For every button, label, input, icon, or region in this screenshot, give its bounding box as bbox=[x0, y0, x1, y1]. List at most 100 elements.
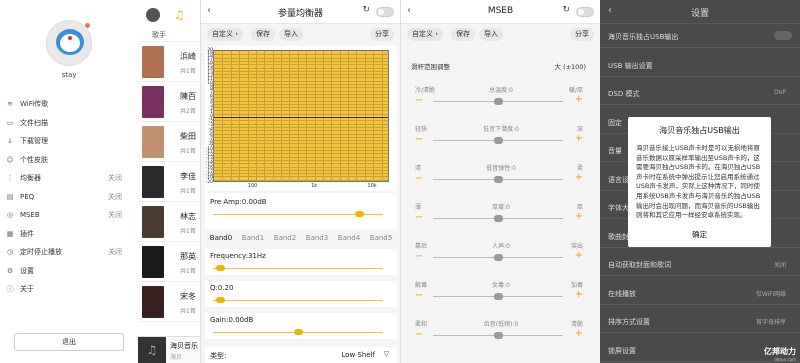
gain-slider-thumb[interactable] bbox=[294, 329, 303, 335]
mseb-toggle[interactable] bbox=[576, 7, 594, 17]
plus-icon[interactable]: + bbox=[575, 133, 583, 144]
eq-toggle[interactable] bbox=[376, 7, 394, 17]
minus-icon[interactable]: − bbox=[415, 329, 423, 340]
sidebar-item[interactable]: ▭ 文件扫描 bbox=[0, 114, 138, 133]
list-item[interactable]: 柴田 共1首 bbox=[138, 122, 200, 162]
range-label: 滑杆范围调整 bbox=[411, 63, 450, 71]
mini-player[interactable]: ♫ 海贝音乐 海贝 bbox=[138, 336, 200, 363]
settings-row[interactable]: 海贝音乐独占USB输出 bbox=[600, 24, 800, 48]
list-item[interactable]: 宋冬 共1首 bbox=[138, 282, 200, 322]
grid-line bbox=[214, 74, 388, 76]
settings-row[interactable]: 排序方式设置 首字母排序 bbox=[600, 309, 800, 333]
sidebar-item[interactable]: ≋ WiFi传歌 bbox=[0, 95, 138, 114]
minus-icon[interactable]: − bbox=[415, 251, 423, 262]
settings-header: ‹ 设置 bbox=[600, 0, 800, 24]
tab-artist[interactable]: 歌手 bbox=[138, 30, 200, 42]
dialog-title: 海贝音乐独占USB输出 bbox=[659, 126, 740, 135]
tab-band[interactable]: Band0 bbox=[205, 231, 237, 245]
slider-thumb[interactable] bbox=[494, 176, 503, 183]
sidebar-item[interactable]: ◎ MSEB 关闭 bbox=[0, 206, 138, 225]
grid-line bbox=[214, 159, 388, 161]
user-avatar-icon[interactable] bbox=[146, 8, 160, 22]
share-button[interactable]: 分享 bbox=[370, 28, 394, 41]
list-item[interactable]: 林志 共1首 bbox=[138, 202, 200, 242]
minus-icon[interactable]: − bbox=[415, 95, 423, 106]
slider-thumb[interactable] bbox=[494, 254, 503, 261]
settings-row-label: 自动获取封面和歌词 bbox=[608, 261, 671, 269]
reset-icon[interactable]: ↻ bbox=[562, 5, 570, 15]
sidebar-item[interactable]: ⓘ 关于 bbox=[0, 280, 138, 299]
list-item[interactable]: 那英 共1首 bbox=[138, 242, 200, 282]
mseb-slider-row: 薄厚度:0 厚 − + bbox=[401, 202, 600, 232]
tab-band[interactable]: Band3 bbox=[301, 231, 333, 245]
minus-icon[interactable]: − bbox=[415, 173, 423, 184]
list-item[interactable]: 李佳 共1首 bbox=[138, 162, 200, 202]
settings-row[interactable]: 在线播放 仅WiFi网络 bbox=[600, 281, 800, 305]
type-card[interactable]: 类型: Low Shelf ▽ bbox=[205, 347, 397, 363]
list-item[interactable]: 陳百 共2首 bbox=[138, 82, 200, 122]
page-title: 设置 bbox=[690, 9, 709, 19]
tab-band[interactable]: Band2 bbox=[269, 231, 301, 245]
share-button[interactable]: 分享 bbox=[570, 28, 594, 41]
grid-line bbox=[214, 136, 388, 138]
sidebar-item[interactable]: ⚙ 设置 bbox=[0, 262, 138, 281]
plus-icon[interactable]: + bbox=[575, 250, 583, 261]
minus-icon[interactable]: − bbox=[415, 134, 423, 145]
q-slider-thumb[interactable] bbox=[215, 297, 225, 303]
import-button[interactable]: 导入 bbox=[479, 28, 503, 41]
mseb-icon: ◎ bbox=[6, 211, 14, 220]
save-button[interactable]: 保存 bbox=[251, 28, 275, 41]
eq-plot-area[interactable] bbox=[213, 50, 389, 182]
plus-icon[interactable]: + bbox=[575, 289, 583, 300]
q-track[interactable] bbox=[213, 300, 383, 301]
list-item[interactable]: 浜崎 共1首 bbox=[138, 42, 200, 82]
dropdown-arrow-icon[interactable]: ▽ bbox=[384, 350, 389, 358]
type-label: 类型: bbox=[210, 352, 227, 360]
settings-row[interactable]: 自动获取封面和歌词 关闭 bbox=[600, 252, 800, 276]
range-value[interactable]: 大 (±100) bbox=[555, 61, 587, 71]
eq-response-curve bbox=[214, 117, 388, 118]
sidebar-item[interactable]: ▤ PEQ 关闭 bbox=[0, 188, 138, 207]
plus-icon[interactable]: + bbox=[575, 211, 583, 222]
slider-thumb[interactable] bbox=[494, 332, 503, 339]
songlist-header: ♫ bbox=[138, 0, 200, 30]
dialog-ok-button[interactable]: 确定 bbox=[628, 229, 771, 240]
import-button[interactable]: 导入 bbox=[279, 28, 303, 41]
slider-thumb[interactable] bbox=[494, 98, 503, 105]
sidebar-panel: stay ≋ WiFi传歌 ▭ 文件扫描 ↓ 下载管理 ☺ 个性皮肤 ⋮ 均衡器 关闭 ▤ PEQ 关闭 ◎… bbox=[0, 0, 138, 363]
sidebar-item[interactable]: ▦ 插件 bbox=[0, 225, 138, 244]
slider-center-label: 厚度:0 bbox=[492, 204, 510, 211]
usb-exclusive-toggle[interactable] bbox=[774, 31, 792, 40]
preset-button[interactable]: 自定义 › bbox=[407, 28, 444, 41]
frequency-slider-thumb[interactable] bbox=[215, 265, 225, 271]
sidebar-item[interactable]: ☺ 个性皮肤 bbox=[0, 151, 138, 170]
preamp-slider-thumb[interactable] bbox=[355, 211, 365, 217]
eq-graph[interactable]: 20 19 18 17 16 15 14 13 12 11 10 9 8 7 6 5 4 3 2 1 0 -1 -2 -3 -4… bbox=[205, 46, 397, 191]
preset-button[interactable]: 自定义 › bbox=[207, 28, 244, 41]
music-note-icon[interactable]: ♫ bbox=[174, 8, 185, 22]
sidebar-item[interactable]: ↓ 下载管理 bbox=[0, 132, 138, 151]
minus-icon[interactable]: − bbox=[415, 290, 423, 301]
sidebar-item[interactable]: ◷ 定时停止播放 关闭 bbox=[0, 243, 138, 262]
minus-icon[interactable]: − bbox=[415, 212, 423, 223]
plus-icon[interactable]: + bbox=[575, 94, 583, 105]
slider-thumb[interactable] bbox=[494, 137, 503, 144]
settings-row[interactable]: USB 输出设置 bbox=[600, 53, 800, 77]
sidebar-item-label: PEQ bbox=[20, 192, 35, 201]
tab-band[interactable]: Band4 bbox=[333, 231, 365, 245]
slider-thumb[interactable] bbox=[494, 293, 503, 300]
frequency-track[interactable] bbox=[213, 268, 383, 269]
slider-thumb[interactable] bbox=[494, 215, 503, 222]
tab-band[interactable]: Band5 bbox=[365, 231, 397, 245]
save-button[interactable]: 保存 bbox=[451, 28, 475, 41]
settings-row-label: DSD 模式 bbox=[608, 90, 640, 98]
logout-button[interactable]: 退出 bbox=[14, 333, 124, 351]
grid-line bbox=[214, 146, 388, 148]
plus-icon[interactable]: + bbox=[575, 328, 583, 339]
settings-row[interactable]: DSD 模式 DoP bbox=[600, 81, 800, 105]
sidebar-item[interactable]: ⋮ 均衡器 关闭 bbox=[0, 169, 138, 188]
tab-band[interactable]: Band1 bbox=[237, 231, 269, 245]
reset-icon[interactable]: ↻ bbox=[362, 5, 370, 15]
grid-line bbox=[214, 179, 388, 181]
plus-icon[interactable]: + bbox=[575, 172, 583, 183]
